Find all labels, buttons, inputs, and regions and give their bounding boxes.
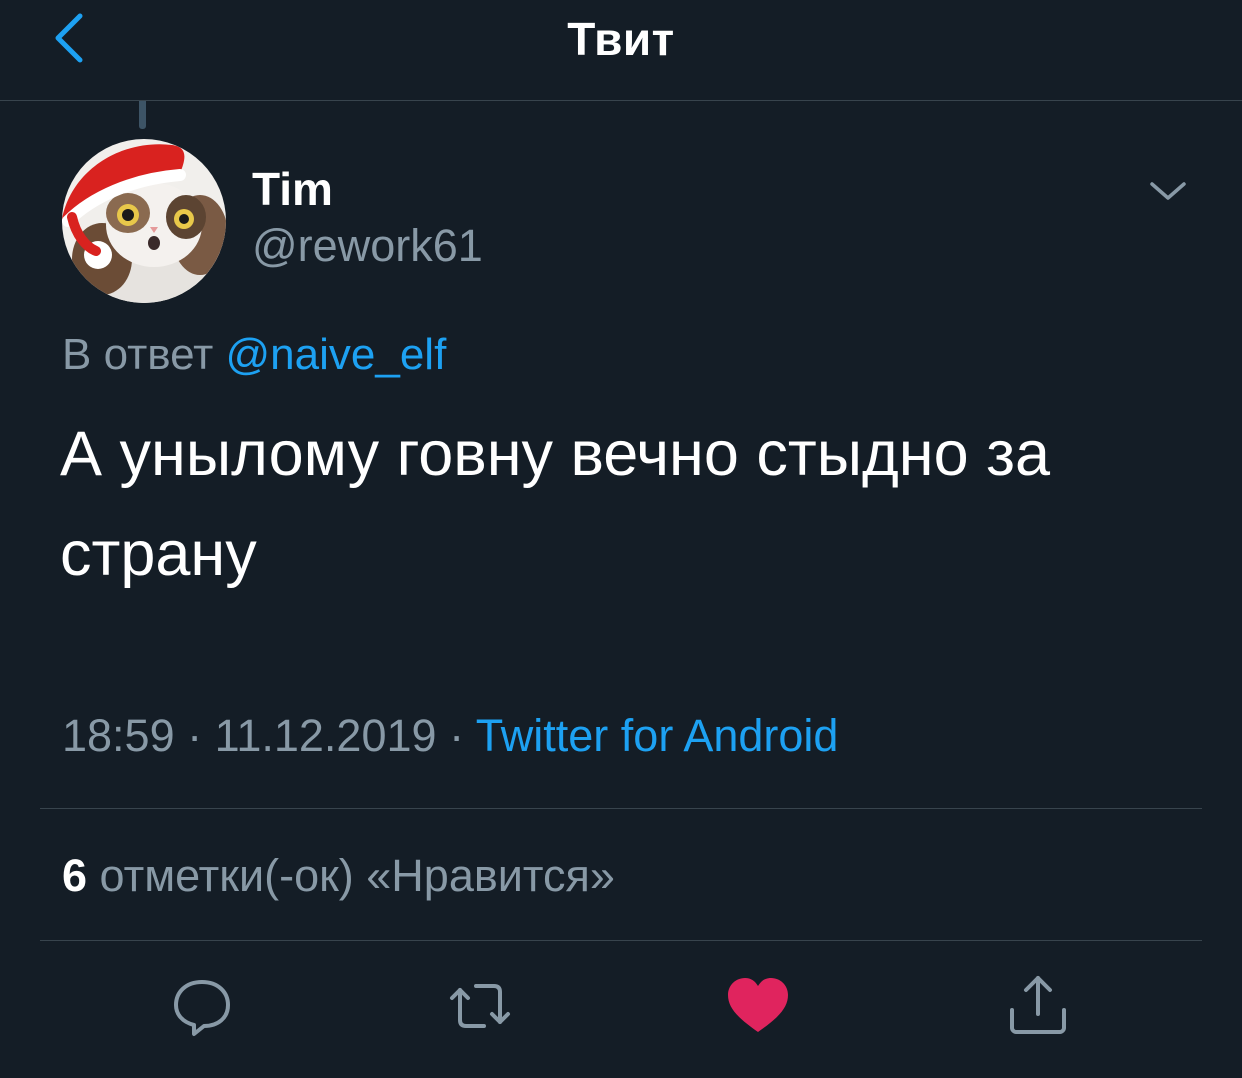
heart-icon (728, 978, 788, 1032)
likes-label: отметки(-ок) «Нравится» (99, 850, 615, 901)
page-title: Твит (567, 13, 675, 65)
tweet-meta: 18:59 · 11.12.2019 · Twitter for Android (62, 710, 838, 762)
reply-to-link[interactable]: @naive_elf (226, 330, 447, 379)
divider (40, 940, 1202, 941)
author-display-name[interactable]: Tim (252, 162, 333, 216)
divider (40, 808, 1202, 809)
reply-prefix: В ответ (62, 330, 214, 379)
likes-count: 6 (62, 850, 88, 901)
cat-avatar-image (62, 139, 226, 303)
reply-context: В ответ @naive_elf (62, 330, 446, 380)
tweet-menu-button[interactable] (1140, 170, 1196, 214)
retweet-button[interactable] (446, 972, 514, 1040)
thread-connector (139, 101, 146, 129)
reply-button[interactable] (168, 972, 236, 1040)
tweet-text: А унылому говну вечно стыдно за страну (60, 419, 1051, 589)
meta-separator: · (187, 710, 203, 761)
tweet-source-link[interactable]: Twitter for Android (476, 710, 839, 761)
top-bar: Твит (0, 0, 1242, 101)
comment-icon (174, 980, 230, 1036)
chevron-down-icon (1150, 182, 1186, 200)
tweet-time: 18:59 (62, 710, 175, 761)
retweet-icon (450, 984, 510, 1028)
share-button[interactable] (1004, 972, 1072, 1040)
tweet-date: 11.12.2019 (214, 710, 437, 761)
likes-summary[interactable]: 6 отметки(-ок) «Нравится» (62, 850, 615, 902)
author-username[interactable]: @rework61 (252, 220, 483, 272)
avatar[interactable] (62, 139, 226, 303)
meta-separator: · (449, 710, 465, 761)
share-icon (1010, 976, 1066, 1034)
like-button[interactable] (724, 972, 792, 1040)
